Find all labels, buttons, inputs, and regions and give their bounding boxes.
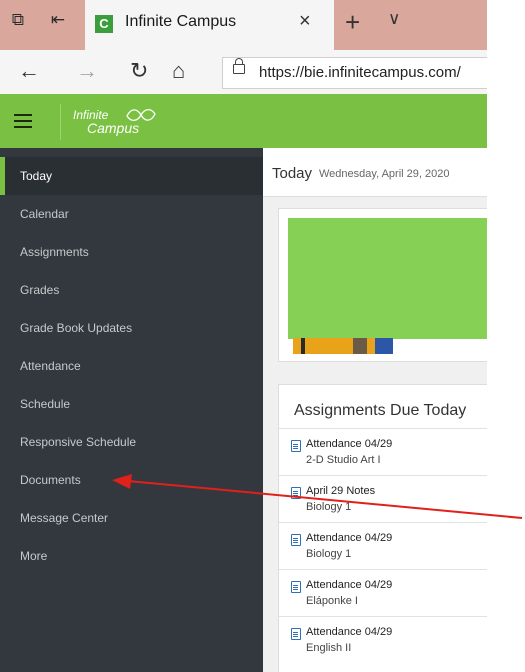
- sidebar-item-label: Documents: [20, 473, 81, 487]
- sidebar-item-assignments[interactable]: Assignments: [0, 233, 263, 271]
- infinity-logo-icon: [126, 108, 156, 122]
- url-field[interactable]: https://bie.infinitecampus.com/: [222, 57, 487, 89]
- assignment-item[interactable]: Attendance 04/29 2-D Studio Art I: [279, 428, 487, 476]
- document-icon: [291, 487, 301, 499]
- document-icon: [291, 440, 301, 452]
- sidebar-item-attendance[interactable]: Attendance: [0, 347, 263, 385]
- address-bar-row: ← → ↻ ⌂ https://bie.infinitecampus.com/: [0, 50, 487, 95]
- lock-icon: [233, 58, 245, 74]
- assignment-item[interactable]: Attendance 04/29 English II: [279, 616, 487, 664]
- tab-title: Infinite Campus: [125, 13, 237, 30]
- assignment-name: Attendance 04/29: [306, 626, 393, 638]
- set-aside-tabs-icon[interactable]: ⇤: [48, 10, 68, 30]
- assignment-item[interactable]: Attendance 04/29 Eláponke I: [279, 569, 487, 617]
- assignment-course: 2-D Studio Art I: [306, 454, 381, 466]
- page-title: Today: [272, 165, 313, 182]
- assignment-course: Biology 1: [306, 548, 352, 560]
- announcement-card: [278, 208, 487, 362]
- sidebar-item-label: Grade Book Updates: [20, 321, 133, 335]
- infinite-campus-favicon-icon: C: [95, 15, 113, 33]
- active-indicator: [0, 157, 5, 195]
- browser-tab[interactable]: C Infinite Campus ×: [85, 0, 334, 50]
- infinite-campus-logo: Infinite Campus: [60, 104, 171, 140]
- back-arrow-icon[interactable]: ←: [18, 58, 40, 84]
- sidebar-item-label: Attendance: [20, 359, 81, 373]
- screen: ⧉ ⇤ C Infinite Campus × + ∨ ← → ↻ ⌂ http…: [0, 0, 487, 672]
- sidebar-item-label: Today: [20, 169, 53, 183]
- browser-tab-bar: ⧉ ⇤ C Infinite Campus × + ∨: [0, 0, 487, 50]
- url-text: https://bie.infinitecampus.com/: [259, 64, 461, 81]
- assignments-due-card: Assignments Due Today Attendance 04/29 2…: [278, 384, 487, 672]
- assignment-name: Attendance 04/29: [306, 438, 393, 450]
- sidebar-item-label: Assignments: [20, 245, 89, 259]
- assignment-name: April 29 Notes: [306, 485, 376, 497]
- sidebar-item-more[interactable]: More: [0, 537, 263, 575]
- sidebar-item-label: Message Center: [20, 511, 109, 525]
- sidebar-item-today[interactable]: Today: [0, 157, 263, 195]
- sidebar-item-label: Responsive Schedule: [20, 435, 137, 449]
- sidebar-item-grades[interactable]: Grades: [0, 271, 263, 309]
- close-tab-icon[interactable]: ×: [299, 10, 311, 33]
- document-icon: [291, 534, 301, 546]
- sidebar-item-label: More: [20, 549, 48, 563]
- sidebar-item-label: Schedule: [20, 397, 71, 411]
- announcement-photo: [293, 338, 393, 354]
- new-tab-icon[interactable]: +: [345, 7, 360, 37]
- sidebar-item-grade-book-updates[interactable]: Grade Book Updates: [0, 309, 263, 347]
- sidebar-item-label: Grades: [20, 283, 60, 297]
- announcement-image: [288, 218, 487, 339]
- sidebar-item-message-center[interactable]: Message Center: [0, 499, 263, 537]
- tab-list-chevron-icon[interactable]: ∨: [388, 9, 400, 29]
- sidebar-item-responsive-schedule[interactable]: Responsive Schedule: [0, 423, 263, 461]
- main-content: Today Wednesday, April 29, 2020 Assignme…: [263, 148, 487, 672]
- document-icon: [291, 628, 301, 640]
- document-icon: [291, 581, 301, 593]
- assignment-item[interactable]: Attendance 04/29 Biology 1: [279, 522, 487, 570]
- tab-actions-icon[interactable]: ⧉: [8, 10, 28, 30]
- app-header: Infinite Campus: [0, 94, 487, 148]
- assignment-name: Attendance 04/29: [306, 579, 393, 591]
- assignment-course: Biology 1: [306, 501, 352, 513]
- today-header: Today Wednesday, April 29, 2020: [263, 148, 487, 197]
- home-icon[interactable]: ⌂: [172, 58, 185, 84]
- forward-arrow-icon[interactable]: →: [76, 58, 98, 84]
- assignment-item[interactable]: April 29 Notes Biology 1: [279, 475, 487, 523]
- hamburger-menu-icon[interactable]: [14, 114, 32, 128]
- sidebar-item-documents[interactable]: Documents: [0, 461, 263, 499]
- assignments-due-title: Assignments Due Today: [294, 402, 467, 419]
- assignment-name: Attendance 04/29: [306, 532, 393, 544]
- assignment-course: Eláponke I: [306, 595, 358, 607]
- sidebar-item-schedule[interactable]: Schedule: [0, 385, 263, 423]
- sidebar-item-calendar[interactable]: Calendar: [0, 195, 263, 233]
- sidebar: Today Calendar Assignments Grades Grade …: [0, 148, 263, 672]
- today-date: Wednesday, April 29, 2020: [319, 168, 450, 180]
- sidebar-item-label: Calendar: [20, 207, 69, 221]
- assignment-course: English II: [306, 642, 352, 654]
- refresh-icon[interactable]: ↻: [130, 58, 148, 84]
